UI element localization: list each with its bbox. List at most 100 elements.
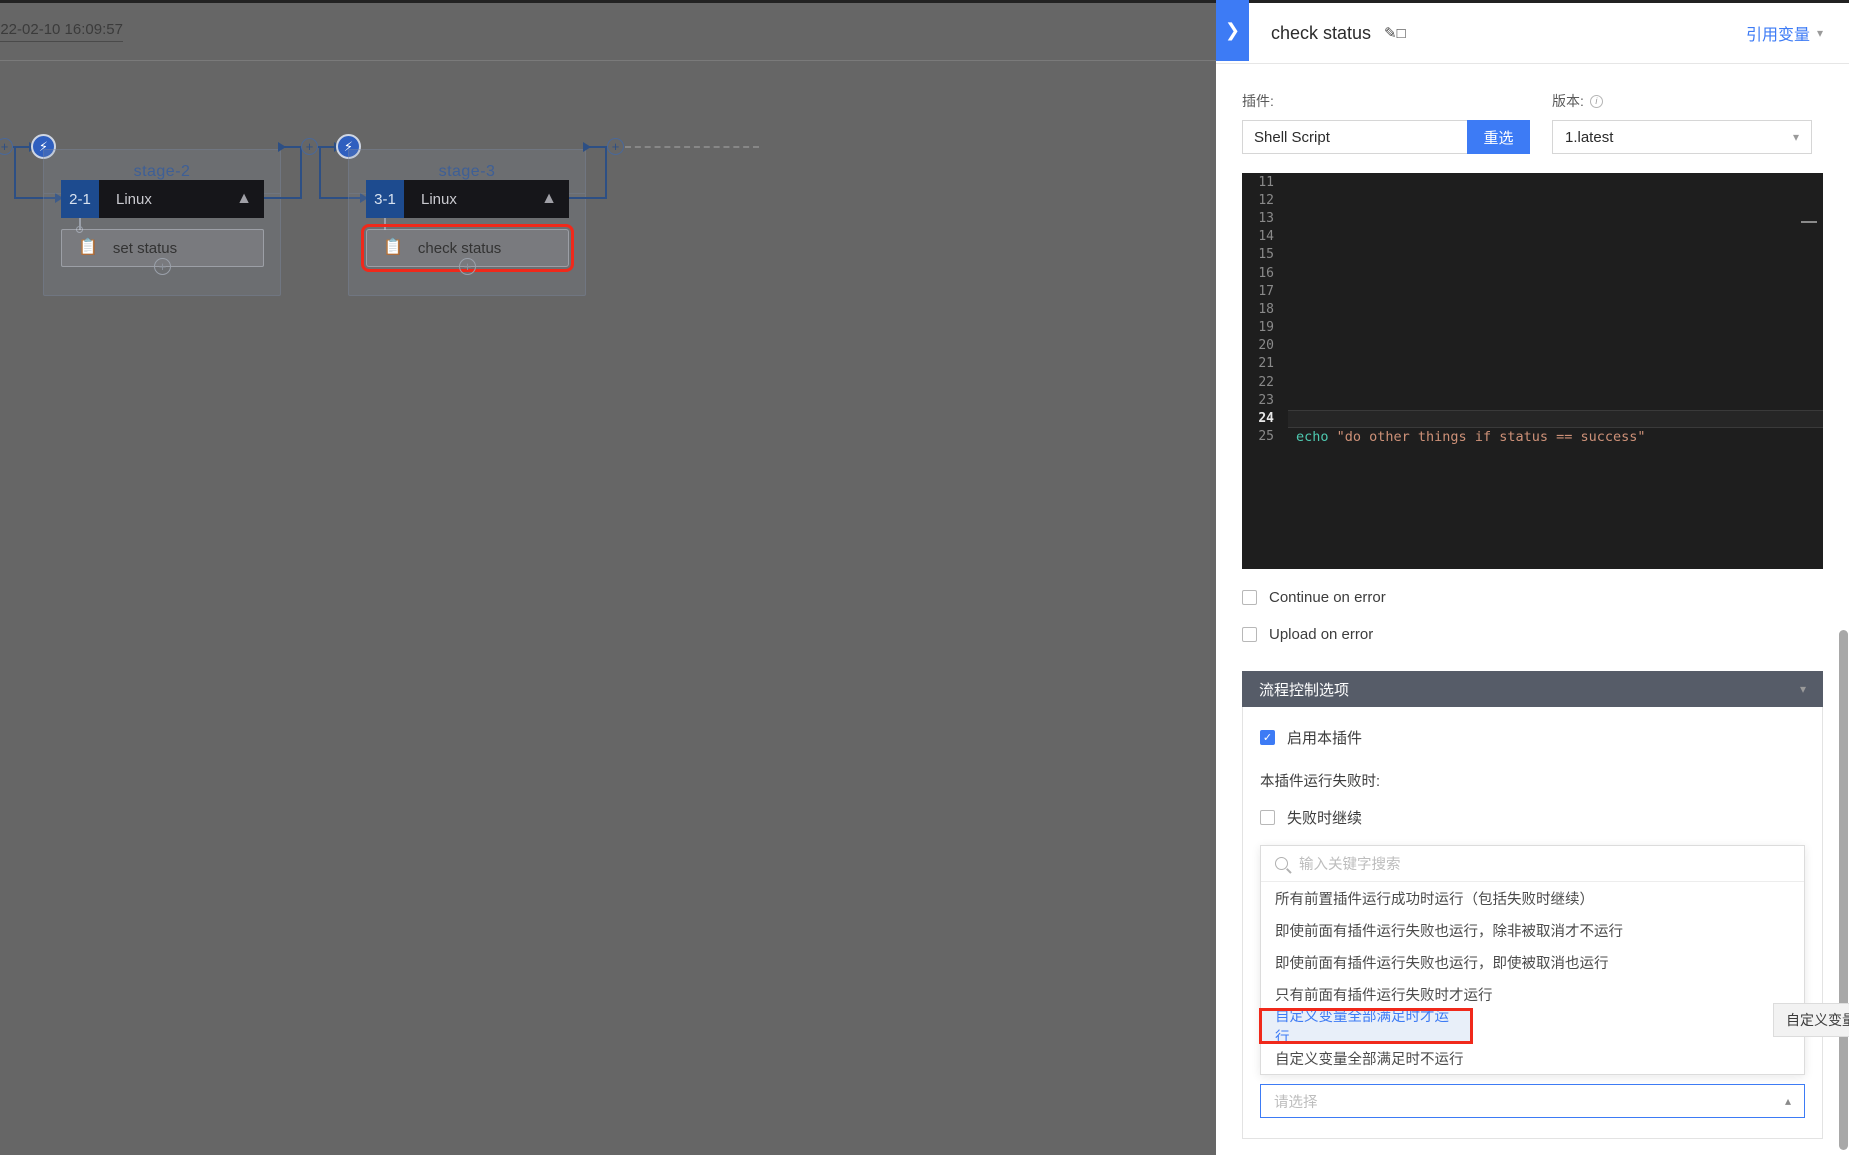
task-config-panel[interactable]: ❯ check status ✎□ 引用变量 ▾ 插件: Shell Scrip… <box>1216 0 1849 1155</box>
code-line[interactable]: 21 <box>1242 355 1823 373</box>
job-row[interactable]: 2-1 Linux ▲ <box>61 180 264 218</box>
upload-on-error-checkbox[interactable] <box>1242 627 1257 642</box>
code-line[interactable]: 17 <box>1242 282 1823 300</box>
line-number: 22 <box>1258 374 1274 390</box>
chevron-down-icon: ▾ <box>1816 26 1823 40</box>
editor-scroll-marker[interactable] <box>1801 221 1817 223</box>
info-circle-icon[interactable]: i <box>1589 94 1603 108</box>
connector-arrow <box>583 142 591 152</box>
plugin-field: 插件: Shell Script 重选 <box>1242 91 1530 154</box>
upload-on-error-row[interactable]: Upload on error <box>1242 626 1823 643</box>
dropdown-option[interactable]: 即使前面有插件运行失败也运行，即使被取消也运行 <box>1261 946 1804 978</box>
enable-plugin-checkbox[interactable]: ✓ <box>1260 730 1275 745</box>
add-stage-node-right[interactable]: + <box>607 138 624 155</box>
code-text <box>1288 409 1823 428</box>
code-line[interactable]: 18 <box>1242 300 1823 318</box>
code-line[interactable]: 13 <box>1242 209 1823 227</box>
job-label: Linux <box>116 190 152 208</box>
job-label: Linux <box>421 190 457 208</box>
reselect-plugin-button[interactable]: 重选 <box>1467 120 1530 154</box>
add-stage-node-left[interactable]: + <box>0 138 13 155</box>
code-line[interactable]: 22 <box>1242 373 1823 391</box>
code-line[interactable]: 14 <box>1242 228 1823 246</box>
continue-on-failure-label: 失败时继续 <box>1287 810 1363 827</box>
option-tooltip: 自定义变量全部满足时才运 <box>1773 1003 1849 1037</box>
task-label: set status <box>112 239 178 257</box>
upload-on-error-label: Upload on error <box>1269 626 1374 643</box>
dropdown-search-input[interactable]: 输入关键字搜索 <box>1299 853 1401 874</box>
add-task-button[interactable]: + <box>154 258 171 275</box>
line-number: 12 <box>1258 192 1274 208</box>
plugin-label: 插件: <box>1242 93 1274 109</box>
line-number: 11 <box>1258 174 1274 190</box>
code-line[interactable]: 19 <box>1242 319 1823 337</box>
connector <box>14 146 16 198</box>
version-label: 版本: i <box>1552 91 1812 111</box>
add-stage-node-mid[interactable]: + <box>301 138 318 155</box>
continue-on-failure-checkbox[interactable] <box>1260 810 1275 825</box>
tux-icon: ▲ <box>541 190 557 207</box>
pipeline-canvas[interactable]: 022-02-10 16:09:57 + ⚡ stage-2 2-1 Linux… <box>0 0 1216 1155</box>
page-scrollbar[interactable] <box>1838 0 1849 1155</box>
run-condition-select[interactable]: 请选择 ▴ <box>1260 1084 1805 1118</box>
task-label: check status <box>417 239 502 257</box>
job-body: Linux ▲ <box>404 180 569 218</box>
add-task-button[interactable]: + <box>459 258 476 275</box>
continue-on-failure-row[interactable]: 失败时继续 <box>1260 807 1805 828</box>
code-line[interactable]: 25 echo "do other things if status == suc… <box>1242 428 1823 446</box>
code-line[interactable]: 11 <box>1242 173 1823 191</box>
line-number: 17 <box>1258 283 1274 299</box>
tux-icon: ▲ <box>236 190 252 207</box>
code-line[interactable]: 24 <box>1242 409 1823 428</box>
continue-on-error-checkbox[interactable] <box>1242 590 1257 605</box>
code-line[interactable]: 23 <box>1242 391 1823 409</box>
connector <box>605 146 607 198</box>
dropdown-option[interactable]: 自定义变量全部满足时才运行 <box>1259 1008 1473 1046</box>
code-line[interactable]: 16 <box>1242 264 1823 282</box>
edit-square-icon[interactable]: ✎□ <box>1384 24 1406 42</box>
connector-arrow <box>278 142 286 152</box>
flow-control-body: ✓ 启用本插件 本插件运行失败时: 失败时继续 输入关键字搜索 所有前置插件运行… <box>1242 707 1849 1139</box>
chevron-down-icon: ▾ <box>1799 682 1806 696</box>
code-text: echo "do other things if status == succe… <box>1288 429 1646 445</box>
flow-control-header[interactable]: 流程控制选项 ▾ <box>1242 671 1823 707</box>
continue-on-error-row[interactable]: Continue on error <box>1242 589 1823 606</box>
reference-variable-button[interactable]: 引用变量 ▾ <box>1746 21 1823 45</box>
line-number: 24 <box>1258 411 1274 427</box>
collapse-panel-button[interactable]: ❯ <box>1216 0 1249 61</box>
chevron-up-icon: ▴ <box>1784 1094 1791 1108</box>
connector <box>300 146 302 198</box>
job-index: 2-1 <box>61 180 99 218</box>
version-value: 1.latest <box>1565 128 1614 146</box>
chevron-right-icon: ❯ <box>1224 20 1241 40</box>
plugin-input-group[interactable]: Shell Script 重选 <box>1242 120 1530 154</box>
connector <box>264 197 302 199</box>
job-index: 3-1 <box>366 180 404 218</box>
dropdown-option[interactable]: 所有前置插件运行成功时运行（包括失败时继续） <box>1261 882 1804 914</box>
script-code-editor[interactable]: 11 12 13 14 15 16 17 18 19 20 21 22 23 24 25 echo "do o… <box>1242 173 1823 569</box>
code-line[interactable]: 12 <box>1242 191 1823 209</box>
dropdown-option-list: 所有前置插件运行成功时运行（包括失败时继续） 即使前面有插件运行失败也运行，除非被… <box>1259 882 1804 1074</box>
connector <box>319 146 321 198</box>
dropdown-option[interactable]: 即使前面有插件运行失败也运行，除非被取消才不运行 <box>1261 914 1804 946</box>
run-condition-dropdown[interactable]: 输入关键字搜索 所有前置插件运行成功时运行（包括失败时继续） 即使前面有插件运行失… <box>1259 845 1805 1075</box>
canvas-topbar: 022-02-10 16:09:57 <box>0 0 1216 61</box>
flow-control-section: 流程控制选项 ▾ ✓ 启用本插件 本插件运行失败时: 失败时继续 输入关键字搜索 <box>1242 671 1849 1139</box>
code-line[interactable]: 20 <box>1242 337 1823 355</box>
line-number: 14 <box>1258 229 1274 245</box>
reference-variable-label: 引用变量 <box>1745 27 1810 44</box>
plugin-name-input[interactable]: Shell Script <box>1242 120 1467 154</box>
enable-plugin-label: 启用本插件 <box>1287 730 1363 747</box>
on-failure-label: 本插件运行失败时: <box>1260 774 1381 790</box>
page-scrollbar-thumb[interactable] <box>1839 630 1848 1150</box>
job-row[interactable]: 3-1 Linux ▲ <box>366 180 569 218</box>
job-body: Linux ▲ <box>99 180 264 218</box>
connector <box>569 197 607 199</box>
dropdown-search-row[interactable]: 输入关键字搜索 <box>1261 846 1804 882</box>
code-line[interactable]: 15 <box>1242 246 1823 264</box>
enable-plugin-row[interactable]: ✓ 启用本插件 <box>1260 727 1805 748</box>
version-select[interactable]: 1.latest ▾ <box>1552 120 1812 154</box>
chevron-down-icon: ▾ <box>1792 130 1799 144</box>
panel-body: 插件: Shell Script 重选 版本: i 1.latest ▾ 11 1… <box>1216 64 1849 1155</box>
line-number: 20 <box>1258 338 1274 354</box>
